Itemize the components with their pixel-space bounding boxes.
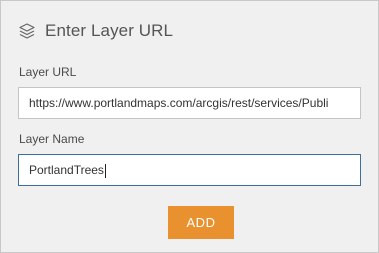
- add-button[interactable]: ADD: [168, 206, 234, 239]
- layer-name-input[interactable]: PortlandTrees: [18, 154, 361, 186]
- layer-name-label: Layer Name: [19, 132, 85, 146]
- layer-url-label: Layer URL: [19, 65, 77, 79]
- add-layer-panel: Enter Layer URL Layer URL https://www.po…: [0, 0, 379, 253]
- layer-name-value: PortlandTrees: [29, 163, 104, 177]
- layers-icon: [18, 22, 36, 40]
- layer-url-input[interactable]: https://www.portlandmaps.com/arcgis/rest…: [18, 87, 361, 119]
- text-caret: [104, 163, 106, 178]
- panel-header: Enter Layer URL: [18, 19, 173, 43]
- panel-title: Enter Layer URL: [45, 21, 174, 40]
- layer-url-value: https://www.portlandmaps.com/arcgis/rest…: [29, 96, 329, 110]
